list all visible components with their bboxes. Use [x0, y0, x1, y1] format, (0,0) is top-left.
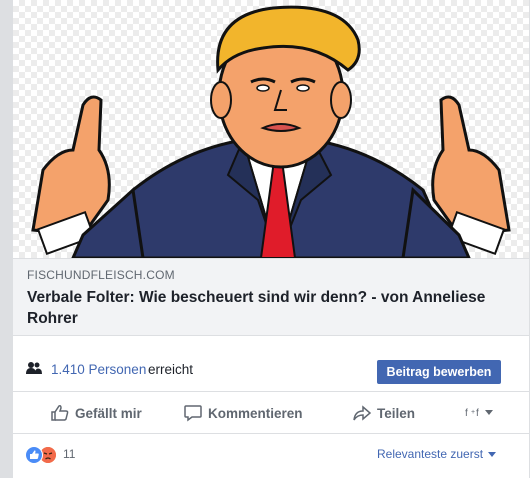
- comment-label: Kommentieren: [208, 405, 303, 421]
- cartoon-illustration: [31, 5, 511, 258]
- share-label: Teilen: [377, 405, 416, 421]
- reach-bar: 1.410 Personen erreicht Beitrag bewerben: [13, 348, 529, 392]
- page-avatar-icon: f + f: [465, 408, 479, 419]
- comment-button[interactable]: Kommentieren: [184, 394, 303, 432]
- page-gutter: [0, 0, 12, 478]
- reaction-count[interactable]: 11: [63, 447, 75, 461]
- reach-label: erreicht: [148, 362, 194, 377]
- svg-text:+: +: [471, 409, 475, 416]
- svg-text:f: f: [476, 408, 479, 419]
- comment-sort-dropdown[interactable]: Relevanteste zuerst: [377, 447, 497, 461]
- link-domain: FISCHUNDFLEISCH.COM: [27, 268, 175, 282]
- comment-sort-label: Relevanteste zuerst: [377, 447, 484, 461]
- reactions-bar: 11 Relevanteste zuerst: [13, 436, 529, 476]
- boost-post-button[interactable]: Beitrag bewerben: [377, 360, 501, 384]
- link-preview-box[interactable]: FISCHUNDFLEISCH.COM Verbale Folter: Wie …: [13, 258, 529, 336]
- share-button[interactable]: Teilen: [353, 394, 415, 432]
- reach-count-link[interactable]: 1.410 Personen: [51, 362, 146, 377]
- people-icon: [26, 361, 42, 380]
- share-arrow-icon: [353, 405, 371, 421]
- link-title[interactable]: Verbale Folter: Wie bescheuert sind wir …: [27, 287, 517, 329]
- like-reaction-icon[interactable]: [25, 446, 43, 464]
- chevron-down-icon: [485, 409, 493, 415]
- like-label: Gefällt mir: [75, 405, 142, 421]
- thumbs-up-icon: [51, 405, 69, 421]
- link-preview-image[interactable]: [13, 0, 529, 258]
- like-button[interactable]: Gefällt mir: [51, 394, 142, 432]
- post-actions: Gefällt mir Kommentieren Teilen f + f: [13, 394, 529, 434]
- chevron-down-icon: [488, 452, 497, 458]
- comment-icon: [184, 405, 202, 422]
- post-card: FISCHUNDFLEISCH.COM Verbale Folter: Wie …: [12, 0, 530, 478]
- post-as-selector[interactable]: f + f: [465, 405, 493, 419]
- svg-text:f: f: [465, 408, 468, 419]
- section-divider: [13, 336, 529, 348]
